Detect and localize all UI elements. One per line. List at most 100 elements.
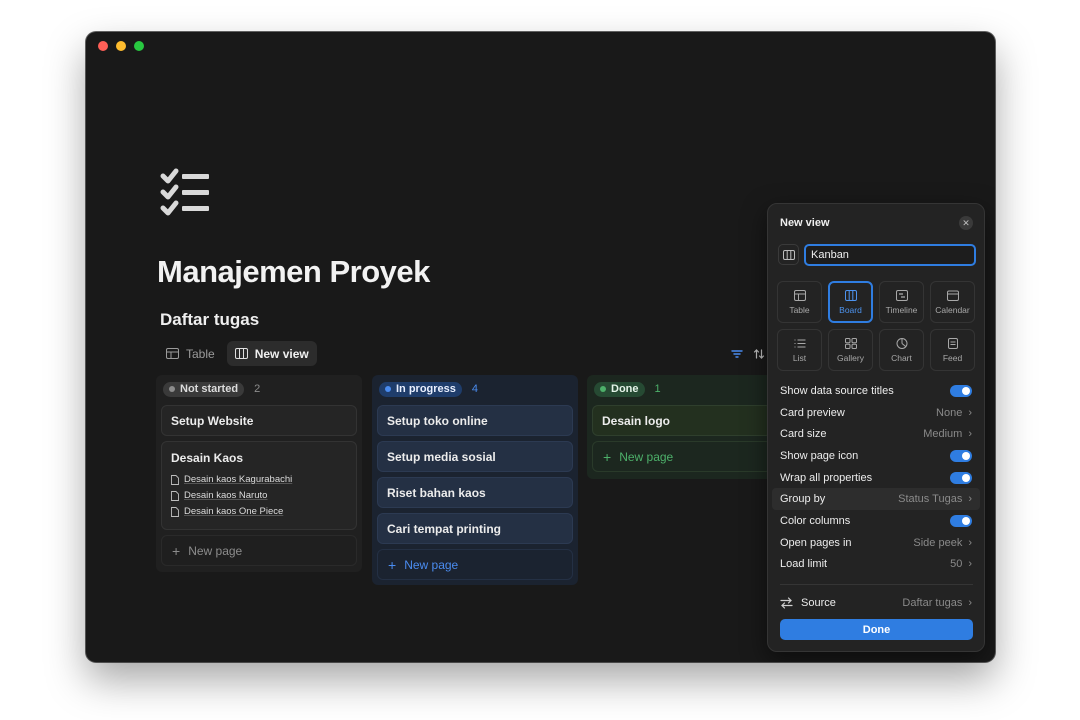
- setting-value: Side peek: [913, 536, 963, 549]
- new-page-button[interactable]: + New page: [377, 549, 573, 580]
- checklist-icon[interactable]: [160, 168, 212, 218]
- setting-group-by[interactable]: Group by Status Tugas ›: [772, 488, 980, 511]
- board-card[interactable]: Setup media sosial: [377, 441, 573, 472]
- toggle-switch[interactable]: [950, 384, 972, 397]
- setting-label: Card preview: [780, 406, 845, 419]
- status-badge: Not started: [163, 381, 245, 397]
- board-card[interactable]: Setup toko online: [377, 405, 573, 436]
- setting-label: Group by: [780, 493, 826, 506]
- layout-option-table[interactable]: Table: [777, 281, 822, 323]
- status-label: In progress: [396, 383, 456, 395]
- layout-label: Gallery: [837, 352, 864, 363]
- column-count: 1: [654, 383, 661, 395]
- card-title: Setup toko online: [387, 413, 488, 428]
- filter-icon[interactable]: [731, 348, 743, 360]
- setting-label: Card size: [780, 428, 827, 441]
- new-view-panel: New view ✕ Table Board Timeline Calendar: [767, 203, 985, 652]
- setting-load-limit[interactable]: Load limit 50 ›: [768, 554, 984, 576]
- setting-value: Daftar tugas: [902, 596, 963, 609]
- sort-icon[interactable]: [753, 348, 765, 360]
- layout-option-gallery[interactable]: Gallery: [828, 329, 873, 371]
- setting-color-columns[interactable]: Color columns: [768, 510, 984, 532]
- board-card[interactable]: Setup Website: [161, 405, 357, 436]
- status-label: Not started: [180, 383, 239, 395]
- minimize-window-button[interactable]: [116, 41, 126, 51]
- column-header[interactable]: In progress 4: [377, 381, 573, 397]
- close-window-button[interactable]: [98, 41, 108, 51]
- done-button[interactable]: Done: [780, 619, 973, 640]
- page-icon: [171, 490, 179, 501]
- layout-option-chart[interactable]: Chart: [879, 329, 924, 371]
- toggle-switch[interactable]: [950, 514, 972, 527]
- status-badge: In progress: [379, 381, 462, 397]
- new-page-label: New page: [188, 543, 243, 558]
- setting-open-pages-in[interactable]: Open pages in Side peek ›: [768, 532, 984, 554]
- layout-option-list[interactable]: List: [777, 329, 822, 371]
- setting-source[interactable]: Source Daftar tugas ›: [768, 592, 984, 614]
- tab-label: New view: [254, 346, 309, 361]
- layout-option-board[interactable]: Board: [828, 281, 873, 323]
- plus-icon: +: [603, 448, 612, 465]
- database-title[interactable]: Daftar tugas: [160, 310, 259, 330]
- sub-page-title: Desain kaos Naruto: [184, 490, 268, 501]
- card-title: Desain logo: [602, 413, 671, 428]
- setting-show-page-icon[interactable]: Show page icon: [768, 445, 984, 467]
- sub-page-title: Desain kaos One Piece: [184, 506, 284, 517]
- layout-option-calendar[interactable]: Calendar: [930, 281, 975, 323]
- sub-page-link[interactable]: Desain kaos Naruto: [171, 490, 347, 501]
- setting-wrap-all-properties[interactable]: Wrap all properties: [768, 467, 984, 489]
- setting-card-preview[interactable]: Card preview None ›: [768, 402, 984, 424]
- page-title[interactable]: Manajemen Proyek: [157, 254, 430, 290]
- card-title: Setup media sosial: [387, 449, 496, 464]
- layout-label: Board: [839, 304, 862, 315]
- column-header[interactable]: Done 1: [592, 381, 772, 397]
- toggle-switch[interactable]: [950, 471, 972, 484]
- app-window: Manajemen Proyek Daftar tugas Table New …: [86, 32, 995, 662]
- toggle-switch[interactable]: [950, 449, 972, 462]
- layout-label: List: [792, 352, 807, 363]
- sub-page-link[interactable]: Desain kaos One Piece: [171, 506, 347, 517]
- setting-show-data-source-titles[interactable]: Show data source titles: [768, 380, 984, 402]
- window-controls: [98, 41, 144, 51]
- plus-icon: +: [388, 556, 397, 573]
- board-card[interactable]: Desain logo: [592, 405, 772, 436]
- board-card[interactable]: Desain Kaos Desain kaos Kagurabachi Desa…: [161, 441, 357, 530]
- layout-label: Calendar: [935, 304, 970, 315]
- board-column-in-progress: In progress 4 Setup toko online Setup me…: [372, 375, 578, 585]
- setting-label: Load limit: [780, 558, 828, 571]
- sub-page-link[interactable]: Desain kaos Kagurabachi: [171, 474, 347, 485]
- zoom-window-button[interactable]: [134, 41, 144, 51]
- view-name-input[interactable]: [804, 244, 976, 266]
- status-dot: [385, 386, 391, 392]
- setting-label: Source: [801, 596, 836, 609]
- board-card[interactable]: Riset bahan kaos: [377, 477, 573, 508]
- tab-table[interactable]: Table: [158, 341, 223, 366]
- setting-label: Color columns: [780, 514, 851, 527]
- close-icon[interactable]: ✕: [959, 216, 973, 230]
- board-card[interactable]: Cari tempat printing: [377, 513, 573, 544]
- chevron-right-icon: ›: [968, 558, 972, 571]
- view-tabs: Table New view: [158, 341, 317, 366]
- card-title: Riset bahan kaos: [387, 485, 486, 500]
- layout-option-feed[interactable]: Feed: [930, 329, 975, 371]
- chevron-right-icon: ›: [968, 536, 972, 549]
- setting-value: None: [936, 406, 963, 419]
- setting-card-size[interactable]: Card size Medium ›: [768, 423, 984, 445]
- tab-new-view[interactable]: New view: [226, 341, 317, 366]
- view-settings: Show data source titles Card preview Non…: [768, 380, 984, 575]
- card-title: Cari tempat printing: [387, 521, 502, 536]
- layout-label: Timeline: [885, 304, 918, 315]
- table-icon: [166, 348, 179, 359]
- status-dot: [600, 386, 606, 392]
- column-header[interactable]: Not started 2: [161, 381, 357, 397]
- view-icon-picker[interactable]: [778, 244, 799, 265]
- chevron-right-icon: ›: [968, 428, 972, 441]
- setting-label: Show data source titles: [780, 384, 894, 397]
- list-icon: [794, 339, 805, 347]
- new-page-button[interactable]: + New page: [592, 441, 772, 472]
- chevron-right-icon: ›: [968, 596, 972, 609]
- layout-grid: Table Board Timeline Calendar List Galle…: [777, 281, 975, 371]
- card-title: Desain Kaos: [171, 451, 244, 465]
- layout-option-timeline[interactable]: Timeline: [879, 281, 924, 323]
- new-page-button[interactable]: + New page: [161, 535, 357, 566]
